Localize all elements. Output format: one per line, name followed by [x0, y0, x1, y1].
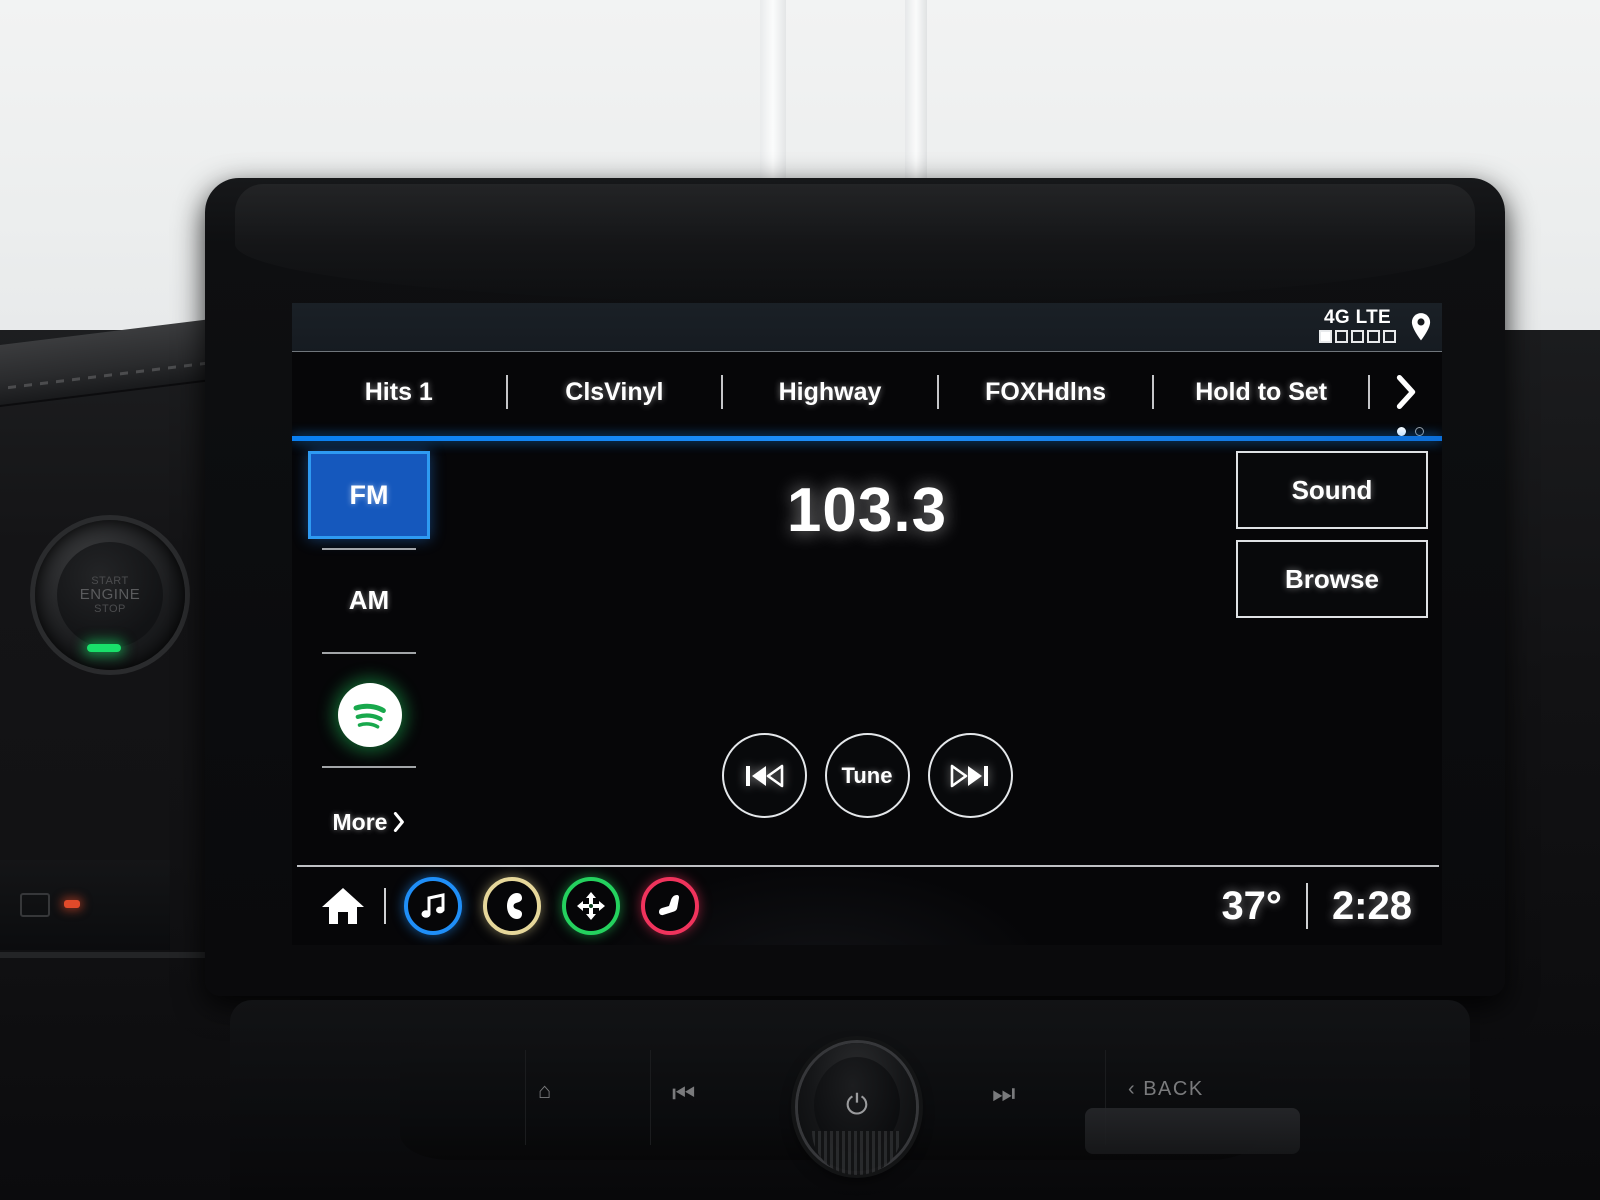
temp-clock-divider: [1305, 883, 1308, 929]
preset-button-1[interactable]: Hits 1: [292, 378, 506, 407]
preset-button-4[interactable]: FOXHdlns: [939, 378, 1153, 407]
location-pin-icon: [1411, 313, 1431, 341]
status-bar: 4G LTE: [292, 303, 1442, 352]
start-label-line3: STOP: [94, 603, 126, 615]
signal-bar-3: [1351, 330, 1364, 343]
shortcut-phone-button[interactable]: [483, 877, 541, 935]
next-hard-button[interactable]: ⏭: [992, 1078, 1015, 1110]
page-dot-inactive: [1415, 427, 1424, 436]
source-button-am[interactable]: AM: [308, 570, 430, 630]
hard-button-divider-2: [650, 1050, 651, 1145]
preset-divider-3: [936, 375, 939, 409]
engine-start-button-face: START ENGINE STOP: [57, 542, 163, 648]
back-hard-button[interactable]: ‹ BACK: [1128, 1078, 1204, 1101]
preset-next-page-button[interactable]: [1370, 375, 1442, 409]
warning-indicator-led: [64, 900, 80, 908]
clock: 2:28: [1331, 883, 1412, 928]
preset-divider-1: [505, 375, 508, 409]
seat-heater-icon: [659, 895, 680, 916]
shortcut-navigation-button[interactable]: [562, 877, 620, 935]
signal-bar-5: [1383, 330, 1396, 343]
signal-strength-indicator: [1319, 330, 1396, 343]
accent-divider: [292, 436, 1442, 441]
signal-bar-1: [1319, 330, 1332, 343]
preset-button-3[interactable]: Highway: [723, 378, 937, 407]
navigation-icon: [577, 892, 605, 920]
bottom-bar-divider-vertical: [384, 888, 386, 924]
preset-button-2[interactable]: ClsVinyl: [508, 378, 722, 407]
page-dot-active: [1397, 427, 1406, 436]
infotainment-screen[interactable]: 4G LTE Hits 1 ClsVinyl Highway FOXHdlns …: [292, 303, 1442, 945]
preset-divider-4: [1152, 375, 1155, 409]
shortcut-music-button[interactable]: [404, 877, 462, 935]
preset-button-5[interactable]: Hold to Set: [1154, 378, 1368, 407]
transport-controls[interactable]: Tune: [292, 733, 1442, 818]
tune-button[interactable]: Tune: [824, 733, 910, 818]
rail-divider-1: [322, 548, 416, 550]
shortcut-seat-heater-button[interactable]: [641, 877, 699, 935]
skip-previous-icon: [746, 764, 784, 787]
bottom-bar[interactable]: 37° 2:28: [292, 867, 1442, 945]
network-label: 4G LTE: [1324, 307, 1391, 328]
engine-start-stop-button[interactable]: START ENGINE STOP: [35, 520, 185, 670]
phone-icon: [507, 893, 522, 919]
signal-bar-2: [1335, 330, 1348, 343]
hard-button-divider-1: [525, 1050, 526, 1145]
start-label-line2: ENGINE: [79, 586, 141, 603]
home-icon[interactable]: [320, 885, 366, 927]
warning-symbol-icon: [20, 893, 50, 917]
dashboard-photo: START ENGINE STOP 4G LTE Hits 1 ClsVinyl…: [0, 0, 1600, 1200]
preset-page-indicator: [1397, 427, 1424, 436]
music-icon: [421, 893, 445, 918]
windshield-streak-right: [905, 0, 927, 190]
network-status: 4G LTE: [1319, 308, 1396, 343]
preset-divider-5: [1367, 375, 1370, 409]
signal-bar-4: [1367, 330, 1380, 343]
preset-bar[interactable]: Hits 1 ClsVinyl Highway FOXHdlns Hold to…: [292, 352, 1442, 432]
bottom-bar-right: 37° 2:28: [1221, 883, 1412, 929]
outside-temperature: 37°: [1221, 883, 1282, 928]
power-volume-knob[interactable]: ⏻: [798, 1043, 916, 1175]
previous-hard-button[interactable]: ⏮: [672, 1078, 695, 1110]
bezel-highlight: [235, 184, 1475, 304]
home-hard-button[interactable]: ⌂: [538, 1078, 551, 1104]
sound-button[interactable]: Sound: [1236, 451, 1428, 529]
windshield-streak-left: [760, 0, 786, 190]
engine-status-led: [87, 644, 121, 652]
skip-next-icon: [950, 764, 988, 787]
previous-station-button[interactable]: [721, 733, 807, 818]
status-bar-right: 4G LTE: [1319, 308, 1434, 343]
rail-divider-2: [322, 652, 416, 654]
preset-divider-2: [721, 375, 724, 409]
browse-button[interactable]: Browse: [1236, 540, 1428, 618]
next-station-button[interactable]: [927, 733, 1013, 818]
chevron-right-icon: [1396, 375, 1416, 409]
console-trim: [1085, 1108, 1300, 1154]
